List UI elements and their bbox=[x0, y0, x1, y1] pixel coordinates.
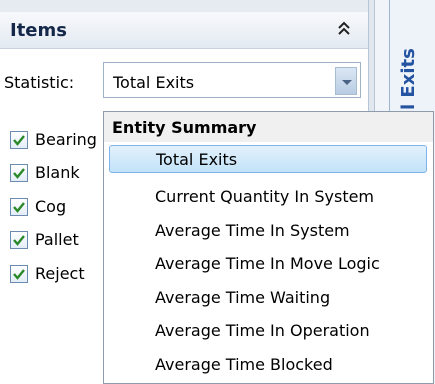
statistic-dropdown-list: Entity Summary Total Exits Current Quant… bbox=[103, 111, 434, 384]
item-label: Cog bbox=[35, 197, 67, 216]
panel-top-strip bbox=[0, 0, 368, 12]
panel-title: Items bbox=[10, 20, 67, 41]
statistic-select-value: Total Exits bbox=[113, 73, 195, 92]
group-header-label: Entity Summary bbox=[112, 118, 257, 137]
option-current-quantity-in-system[interactable]: Current Quantity In System bbox=[109, 183, 427, 211]
option-average-time-waiting[interactable]: Average Time Waiting bbox=[109, 284, 427, 312]
option-average-time-in-move-logic[interactable]: Average Time In Move Logic bbox=[109, 250, 427, 278]
checkmark-icon bbox=[13, 235, 25, 246]
statistic-select[interactable]: Total Exits bbox=[103, 62, 361, 98]
option-label: Average Time In System bbox=[155, 221, 350, 240]
side-tab-label: l Exits bbox=[398, 48, 419, 110]
checkbox-bearing[interactable] bbox=[10, 131, 28, 149]
option-average-time-blocked[interactable]: Average Time Blocked bbox=[109, 351, 427, 379]
item-row-reject[interactable]: Reject bbox=[10, 264, 104, 288]
option-total-exits[interactable]: Total Exits bbox=[109, 145, 427, 173]
checkbox-reject[interactable] bbox=[10, 265, 28, 283]
option-label: Current Quantity In System bbox=[155, 187, 375, 206]
option-label: Average Time Blocked bbox=[155, 355, 333, 374]
checkmark-icon bbox=[13, 135, 25, 146]
item-row-blank[interactable]: Blank bbox=[10, 163, 104, 187]
statistic-label: Statistic: bbox=[4, 73, 75, 92]
item-label: Pallet bbox=[35, 230, 79, 249]
checkmark-icon bbox=[13, 168, 25, 179]
option-label: Average Time In Move Logic bbox=[155, 254, 380, 273]
item-row-cog[interactable]: Cog bbox=[10, 197, 104, 221]
checkmark-icon bbox=[13, 202, 25, 213]
checkbox-blank[interactable] bbox=[10, 164, 28, 182]
item-row-bearing[interactable]: Bearing bbox=[10, 130, 104, 154]
option-label: Average Time Waiting bbox=[155, 288, 331, 307]
dropdown-group-header: Entity Summary bbox=[104, 112, 433, 142]
item-row-pallet[interactable]: Pallet bbox=[10, 230, 104, 254]
checkbox-pallet[interactable] bbox=[10, 231, 28, 249]
item-label: Blank bbox=[35, 163, 80, 182]
item-label: Reject bbox=[35, 264, 85, 283]
checkmark-icon bbox=[13, 269, 25, 280]
double-chevron-up-icon[interactable] bbox=[336, 19, 352, 39]
option-average-time-in-operation[interactable]: Average Time In Operation bbox=[109, 317, 427, 345]
option-label: Total Exits bbox=[156, 150, 238, 169]
item-label: Bearing bbox=[35, 130, 97, 149]
option-label: Average Time In Operation bbox=[155, 321, 370, 340]
option-average-time-in-system[interactable]: Average Time In System bbox=[109, 217, 427, 245]
chevron-down-icon[interactable] bbox=[335, 67, 357, 95]
checkbox-cog[interactable] bbox=[10, 198, 28, 216]
